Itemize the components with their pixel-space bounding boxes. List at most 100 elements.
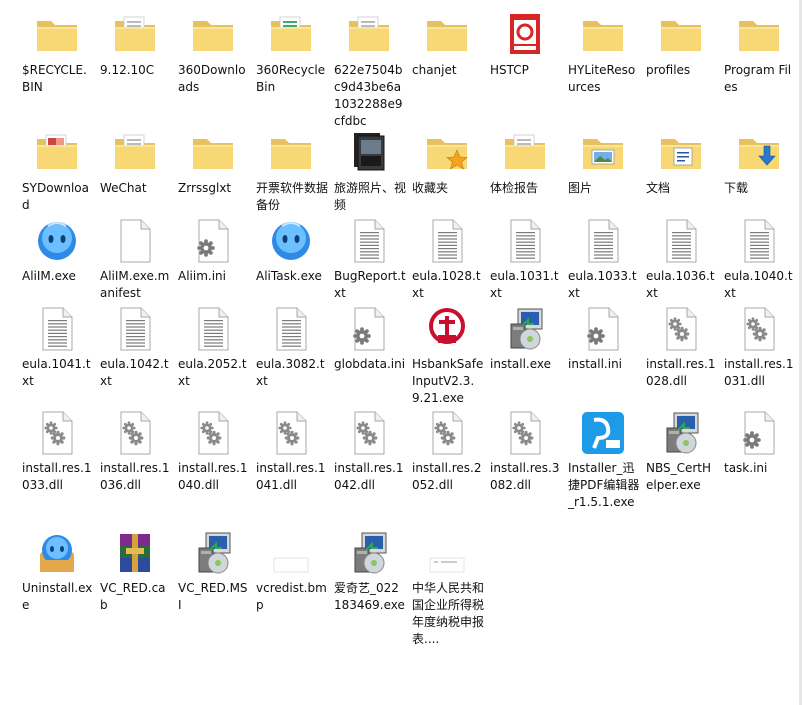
- dll-file-icon: [112, 410, 158, 456]
- desktop-item-label: SYDownload: [22, 181, 89, 212]
- folder-with-doc-icon: [502, 130, 548, 176]
- desktop-item-label: 文档: [646, 181, 671, 195]
- desktop-item-label: Installer_迅捷PDF编辑器_r1.5.1.exe: [568, 461, 640, 509]
- folder-colorful-icon: [34, 130, 80, 176]
- desktop-item-label: eula.3082.txt: [256, 357, 325, 388]
- folder-icon: [190, 12, 236, 58]
- desktop-item-label: NBS_CertHelper.exe: [646, 461, 712, 492]
- desktop-item-label: eula.1042.txt: [100, 357, 169, 388]
- pictures-folder-icon: [580, 130, 626, 176]
- desktop-item-label: Aliim.ini: [178, 269, 226, 283]
- desktop-item-label: vcredist.bmp: [256, 581, 327, 612]
- folder-icon: [580, 12, 626, 58]
- desktop-item-label: install.exe: [490, 357, 552, 371]
- documents-folder-icon: [658, 130, 704, 176]
- settings-file-icon: [190, 218, 236, 264]
- desktop-item-label: 622e7504bc9d43be6a1032288e9cfdbc: [334, 63, 403, 128]
- hstcp-app-icon: [502, 12, 548, 58]
- folder-with-doc-icon: [112, 130, 158, 176]
- desktop-item-label: install.res.1028.dll: [646, 357, 716, 388]
- dll-file-icon: [268, 410, 314, 456]
- doc-thumb-icon: [424, 530, 470, 576]
- text-file-icon: [502, 218, 548, 264]
- desktop-item-label: 旅游照片、视频: [334, 181, 407, 212]
- desktop-item-label: globdata.ini: [334, 357, 406, 371]
- desktop-item-label: AliTask.exe: [256, 269, 322, 283]
- desktop-item-label: VC_RED.MSI: [178, 581, 248, 612]
- dll-file-icon: [424, 410, 470, 456]
- text-file-icon: [736, 218, 782, 264]
- text-file-icon: [346, 218, 392, 264]
- desktop-item-label: install.res.1033.dll: [22, 461, 92, 492]
- desktop-item-label: VC_RED.cab: [100, 581, 166, 612]
- desktop-item-label: eula.1040.txt: [724, 269, 793, 300]
- settings-file-icon: [580, 306, 626, 352]
- text-file-icon: [34, 306, 80, 352]
- folder-icon: [34, 12, 80, 58]
- desktop-item-label: eula.2052.txt: [178, 357, 247, 388]
- desktop-item-label: eula.1041.txt: [22, 357, 91, 388]
- desktop-item-label: HSTCP: [490, 63, 529, 77]
- text-file-icon: [112, 306, 158, 352]
- desktop-item-label: profiles: [646, 63, 691, 77]
- text-file-icon: [658, 218, 704, 264]
- desktop-item-label: install.res.1036.dll: [100, 461, 170, 492]
- desktop-item-label: task.ini: [724, 461, 768, 475]
- desktop-item-label: eula.1033.txt: [568, 269, 637, 300]
- dll-file-icon: [502, 410, 548, 456]
- desktop-item-label: 360RecycleBin: [256, 63, 326, 94]
- desktop-item-label: 360Downloads: [178, 63, 246, 94]
- desktop-item-label: eula.1028.txt: [412, 269, 481, 300]
- desktop-item-label: Uninstall.exe: [22, 581, 93, 612]
- desktop-item-label: AliIM.exe: [22, 269, 76, 283]
- bmp-file-icon: [268, 530, 314, 576]
- text-file-icon: [190, 306, 236, 352]
- desktop-item-label: eula.1036.txt: [646, 269, 715, 300]
- folder-icon: [424, 12, 470, 58]
- desktop-item-label: 图片: [568, 181, 593, 195]
- desktop-item-label: AliIM.exe.manifest: [100, 269, 170, 300]
- desktop-item-label: install.res.1041.dll: [256, 461, 326, 492]
- desktop-item-label: 爱奇艺_022183469.exe: [334, 581, 405, 612]
- dll-file-icon: [658, 306, 704, 352]
- desktop-item-label: eula.1031.txt: [490, 269, 559, 300]
- dll-file-icon: [346, 410, 392, 456]
- desktop-item-label: 收藏夹: [412, 181, 449, 195]
- dll-file-icon: [736, 306, 782, 352]
- installer-icon: [346, 530, 392, 576]
- hsbank-app-icon: [424, 306, 470, 352]
- desktop-item-label: BugReport.txt: [334, 269, 406, 300]
- settings-file-icon: [736, 410, 782, 456]
- desktop-item-label: install.ini: [568, 357, 623, 371]
- desktop-item-label: 开票软件数据备份: [256, 181, 329, 212]
- desktop-item-label: chanjet: [412, 63, 457, 77]
- desktop-item-label: 中华人民共和国企业所得税年度纳税申报表....: [412, 581, 485, 646]
- dll-file-icon: [190, 410, 236, 456]
- desktop-item-label: $RECYCLE.BIN: [22, 63, 87, 94]
- desktop-item-label: 下载: [724, 181, 749, 195]
- desktop-item-label: 9.12.10C: [100, 63, 155, 77]
- installer-icon: [190, 530, 236, 576]
- aliim-app-icon: [268, 218, 314, 264]
- desktop-item-label: Program Files: [724, 63, 792, 94]
- text-file-icon: [268, 306, 314, 352]
- text-file-icon: [580, 218, 626, 264]
- installer-icon: [502, 306, 548, 352]
- folder-icon: [268, 130, 314, 176]
- downloads-folder-icon: [736, 130, 782, 176]
- folder-icon: [736, 12, 782, 58]
- folder-with-doc-icon: [112, 12, 158, 58]
- desktop-item-label: install.res.1031.dll: [724, 357, 794, 388]
- folder-icon: [190, 130, 236, 176]
- folder-icon: [658, 12, 704, 58]
- blank-file-icon: [112, 218, 158, 264]
- desktop-item-label: Zrrssglxt: [178, 181, 232, 195]
- desktop-item-label: HsbankSafeInputV2.3.9.21.exe: [412, 357, 484, 405]
- pdf-app-icon: [580, 410, 626, 456]
- aliim-app-icon: [34, 218, 80, 264]
- desktop-item-label: install.res.2052.dll: [412, 461, 482, 492]
- folder-green-doc-icon: [268, 12, 314, 58]
- desktop-item-label: 体检报告: [490, 181, 539, 195]
- dll-file-icon: [34, 410, 80, 456]
- favorites-folder-icon: [424, 130, 470, 176]
